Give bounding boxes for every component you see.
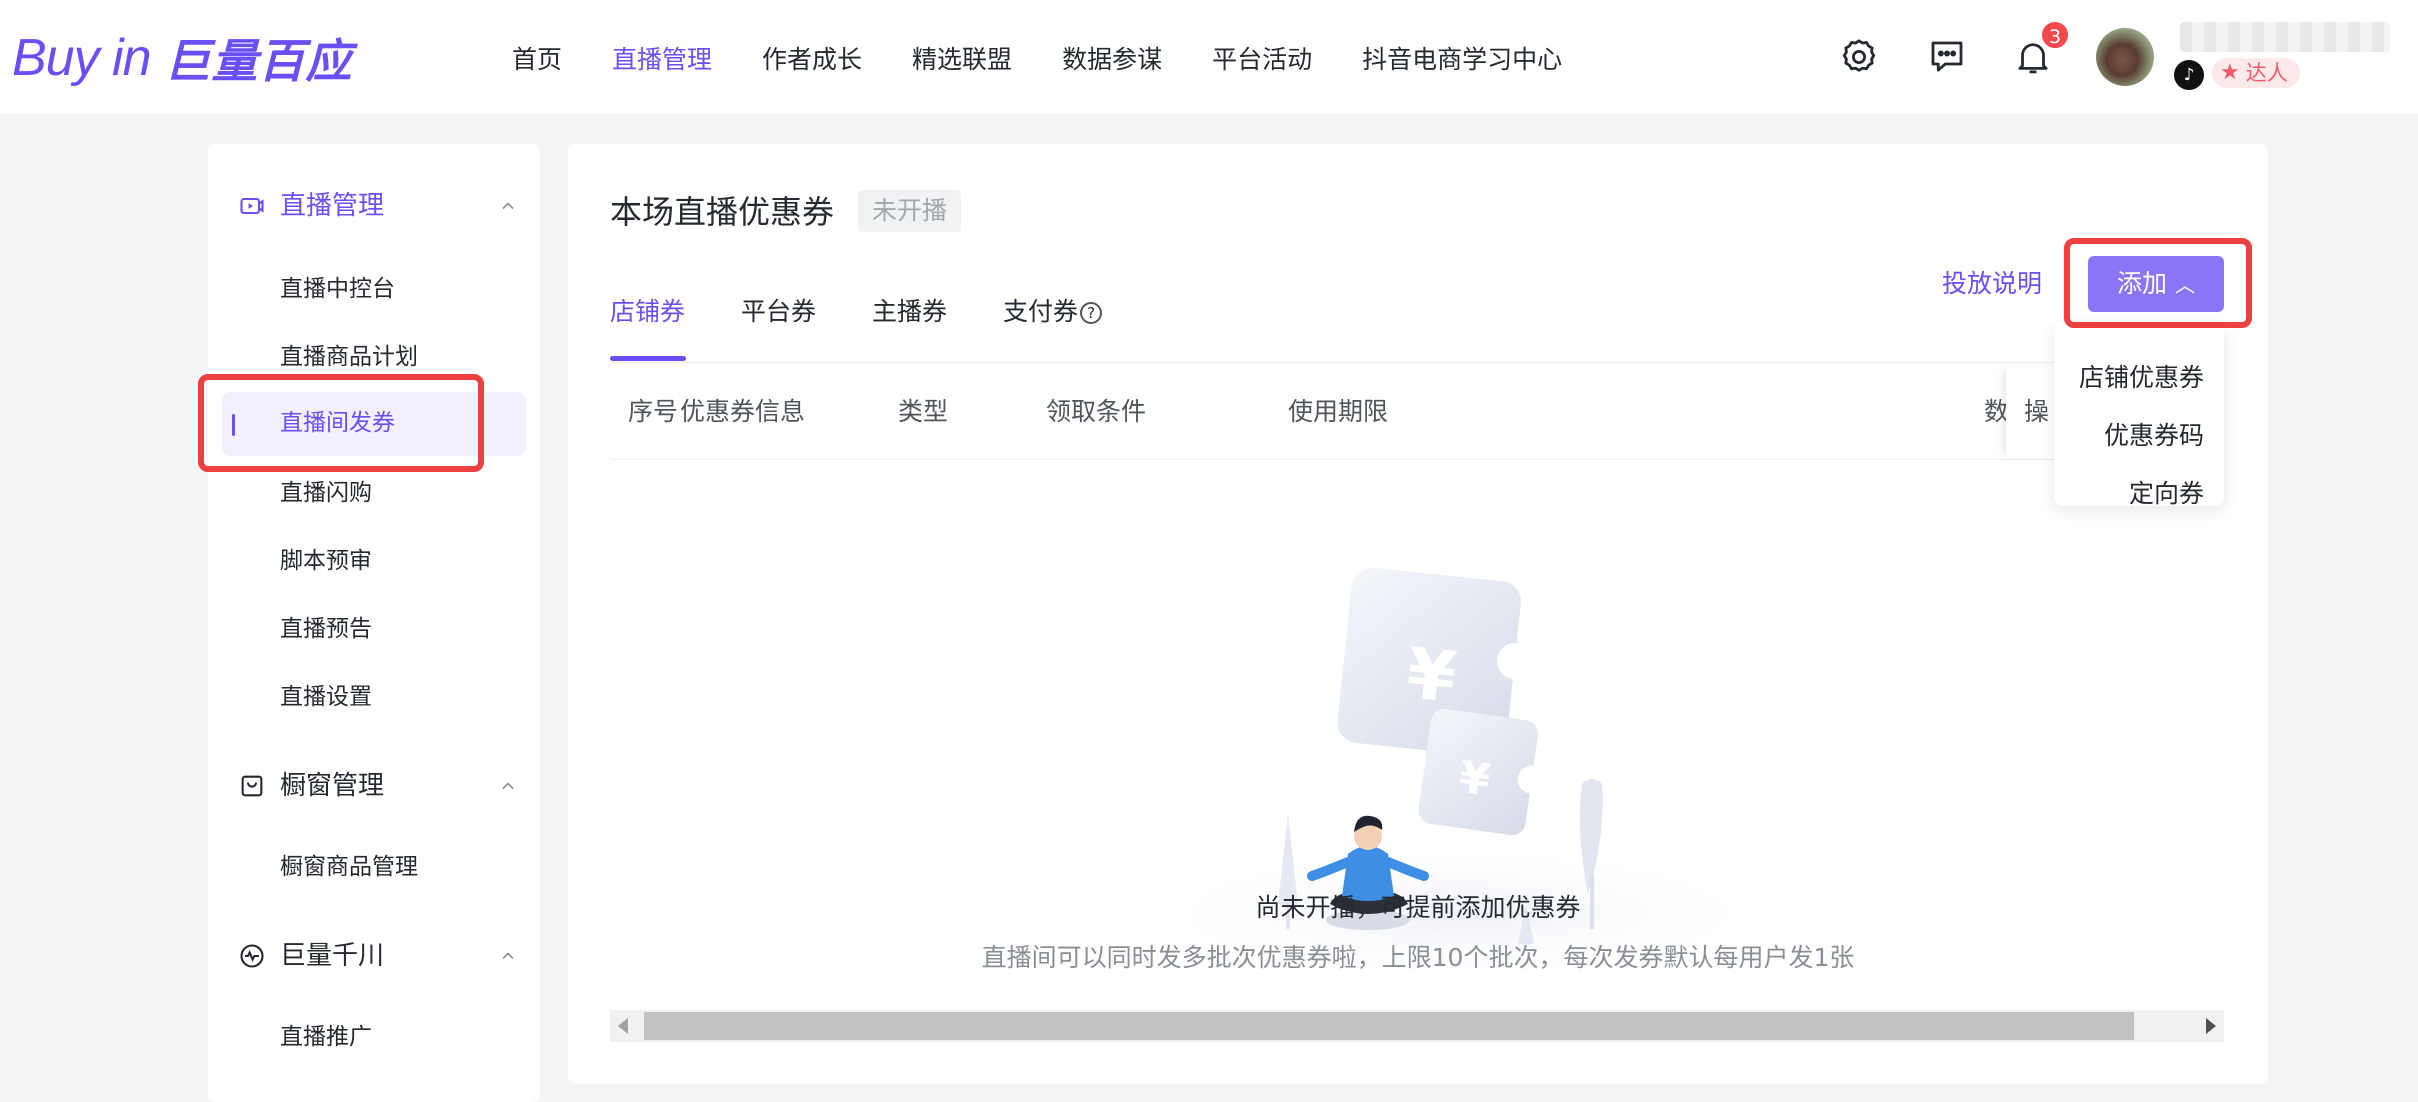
sidebar-item-label: 直播中控台 xyxy=(280,276,395,302)
logo-text-en: Buy in xyxy=(12,29,152,87)
active-tab-underline xyxy=(610,356,686,361)
chevron-up-icon xyxy=(502,952,514,960)
tab-payment-coupon-label: 支付券 xyxy=(1003,297,1079,326)
sidebar-item-label: 橱窗商品管理 xyxy=(280,854,418,880)
col-index: 序号 xyxy=(628,397,679,426)
sidebar-item-live-settings[interactable]: 直播设置 xyxy=(222,666,526,730)
sidebar-item-label: 脚本预审 xyxy=(280,548,372,574)
nav-data-advisor[interactable]: 数据参谋 xyxy=(1062,40,1162,80)
col-type: 类型 xyxy=(898,397,949,426)
nav-author-growth[interactable]: 作者成长 xyxy=(762,40,862,80)
sidebar-item-script-review[interactable]: 脚本预审 xyxy=(222,530,526,594)
nav-platform-activities[interactable]: 平台活动 xyxy=(1212,40,1312,80)
sidebar-item-live-console[interactable]: 直播中控台 xyxy=(222,258,526,322)
sidebar-group-label: 直播管理 xyxy=(280,191,385,221)
sidebar-item-showcase-products[interactable]: 橱窗商品管理 xyxy=(222,836,526,900)
tab-platform-coupon[interactable]: 平台券 xyxy=(741,294,816,330)
sidebar-item-flash-sale[interactable]: 直播闪购 xyxy=(222,462,526,526)
sidebar-item-label: 直播设置 xyxy=(280,684,372,710)
menu-item-coupon-code[interactable]: 优惠券码 xyxy=(2104,418,2204,454)
douyin-icon: ♪ xyxy=(2174,60,2204,90)
nav-selected-alliance[interactable]: 精选联盟 xyxy=(912,40,1012,80)
add-button-label: 添加 xyxy=(2116,269,2167,298)
table-header: 序号 优惠券信息 类型 领取条件 使用期限 数 操 xyxy=(610,364,2182,460)
horizontal-scrollbar[interactable] xyxy=(610,1010,2224,1042)
live-status-badge: 未开播 xyxy=(858,190,962,232)
sidebar-group-label: 巨量千川 xyxy=(280,941,385,971)
chevron-up-icon: ︿ xyxy=(2175,273,2195,297)
role-badge-label: 达人 xyxy=(2245,61,2288,85)
chevron-up-icon xyxy=(502,782,514,790)
col-validity: 使用期限 xyxy=(1288,397,1389,426)
username-redacted xyxy=(2180,22,2390,52)
sidebar-item-live-promotion[interactable]: 直播推广 xyxy=(222,1006,526,1070)
sidebar-item-label: 直播间发券 xyxy=(280,410,395,436)
scroll-left-arrow-icon[interactable] xyxy=(618,1018,628,1034)
settings-icon[interactable] xyxy=(1838,36,1880,78)
nav-home[interactable]: 首页 xyxy=(512,40,562,80)
showcase-icon xyxy=(241,775,263,797)
menu-item-targeted-coupon[interactable]: 定向券 xyxy=(2129,476,2204,512)
col-claim-condition: 领取条件 xyxy=(1046,397,1147,426)
live-icon xyxy=(240,197,264,215)
yen-icon-large: ¥ xyxy=(1403,632,1460,719)
bell-icon[interactable]: 3 xyxy=(2012,20,2070,78)
empty-state-description: 直播间可以同时发多批次优惠券啦，上限10个批次，每次发券默认每用户发1张 xyxy=(981,943,1855,972)
tab-streamer-coupon[interactable]: 主播券 xyxy=(872,294,947,330)
main-panel: 本场直播优惠券 未开播 投放说明 添加 ︿ 店铺券 平台券 主播券 支付券? 序号… xyxy=(568,144,2268,1084)
help-icon[interactable]: ? xyxy=(1080,302,1103,324)
chevron-up-icon xyxy=(502,202,514,210)
tabs-divider xyxy=(610,362,2182,363)
coupon-tabs: 店铺券 平台券 主播券 支付券? xyxy=(610,294,1158,330)
col-coupon-info: 优惠券信息 xyxy=(680,397,806,426)
avatar[interactable] xyxy=(2096,28,2154,86)
add-coupon-dropdown: 店铺优惠券 优惠券码 定向券 xyxy=(2054,324,2224,508)
sidebar-item-label: 直播预告 xyxy=(280,616,372,642)
logo[interactable]: Buy in 巨量百应 xyxy=(12,28,353,88)
sidebar-item-label: 直播闪购 xyxy=(280,480,372,506)
sidebar-group-qianchuan[interactable]: 巨量千川 xyxy=(208,928,540,984)
menu-item-store-coupon[interactable]: 店铺优惠券 xyxy=(2079,360,2204,396)
top-nav: 首页 直播管理 作者成长 精选联盟 数据参谋 平台活动 抖音电商学习中心 xyxy=(512,40,1612,80)
delivery-note-link[interactable]: 投放说明 xyxy=(1942,266,2042,302)
sidebar-item-live-preview[interactable]: 直播预告 xyxy=(222,598,526,662)
sidebar-item-live-product-plan[interactable]: 直播商品计划 xyxy=(222,326,526,390)
star-icon: ★ xyxy=(2220,60,2240,85)
add-coupon-button[interactable]: 添加 ︿ xyxy=(2088,256,2224,312)
empty-state-title: 尚未开播，可提前添加优惠券 xyxy=(1255,893,1581,922)
sidebar-item-label: 直播商品计划 xyxy=(280,344,418,370)
tab-store-coupon[interactable]: 店铺券 xyxy=(610,294,685,330)
col-actions: 操 xyxy=(2024,397,2050,426)
tab-payment-coupon[interactable]: 支付券? xyxy=(1003,294,1103,330)
pulse-icon xyxy=(240,944,264,968)
role-badge: ★ 达人 xyxy=(2212,58,2300,88)
message-icon[interactable] xyxy=(1926,36,1968,78)
scroll-right-arrow-icon[interactable] xyxy=(2206,1018,2216,1034)
scrollbar-thumb[interactable] xyxy=(644,1012,2134,1040)
active-indicator xyxy=(232,414,235,436)
notification-badge: 3 xyxy=(2040,20,2070,50)
logo-text-cn: 巨量百应 xyxy=(164,34,353,88)
top-header: Buy in 巨量百应 首页 直播管理 作者成长 精选联盟 数据参谋 平台活动 … xyxy=(0,0,2418,114)
nav-live-management[interactable]: 直播管理 xyxy=(612,40,712,80)
sidebar: 直播管理 直播中控台 直播商品计划 直播间发券 直播闪购 脚本预审 直播预告 直… xyxy=(208,144,540,1102)
sidebar-group-label: 橱窗管理 xyxy=(280,771,385,801)
sidebar-item-live-coupons[interactable]: 直播间发券 xyxy=(222,392,526,456)
ticket-shape-small: ¥ xyxy=(1418,708,1538,836)
sidebar-group-showcase[interactable]: 橱窗管理 xyxy=(208,758,540,814)
sidebar-item-label: 直播推广 xyxy=(280,1024,372,1050)
sidebar-group-live[interactable]: 直播管理 xyxy=(208,178,540,234)
page-title: 本场直播优惠券 xyxy=(610,193,835,231)
nav-learning-center[interactable]: 抖音电商学习中心 xyxy=(1362,40,1562,80)
